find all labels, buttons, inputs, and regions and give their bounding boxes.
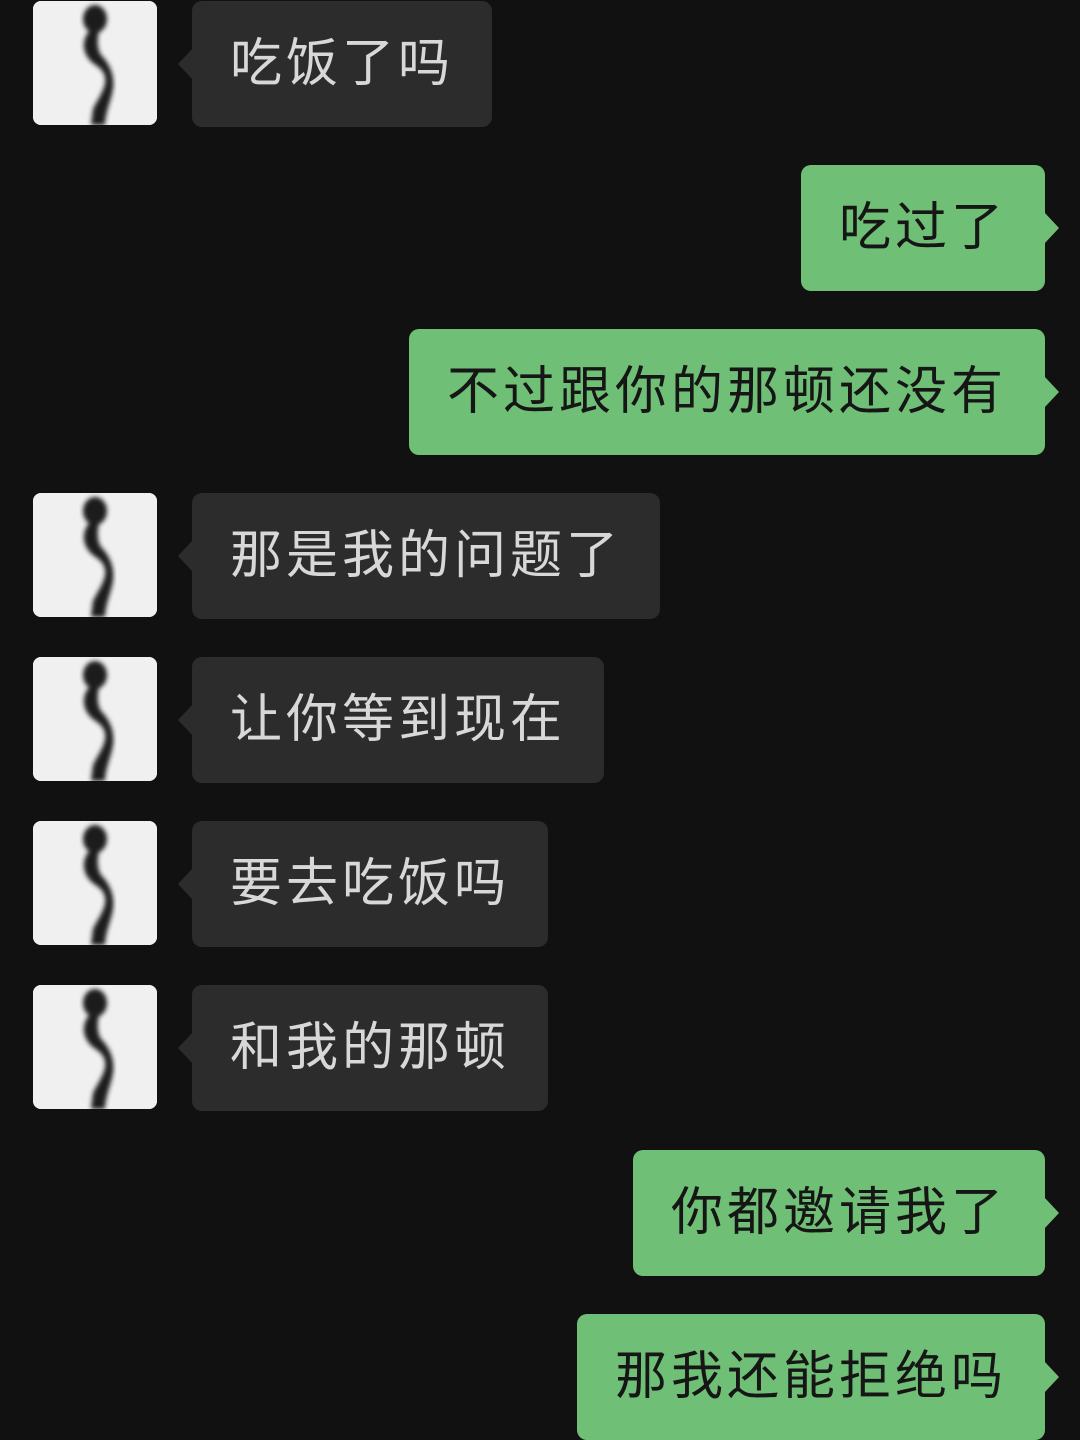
- message-text: 那是我的问题了: [230, 526, 623, 586]
- message-bubble[interactable]: 让你等到现在: [178, 657, 605, 783]
- bubble-tail: [1044, 376, 1059, 408]
- silhouette-portrait-icon: [33, 985, 157, 1109]
- message-text: 那我还能拒绝吗: [614, 1347, 1007, 1407]
- bubble-tail: [178, 868, 193, 900]
- bubble-tail: [178, 48, 193, 80]
- message-text: 不过跟你的那顿还没有: [446, 362, 1007, 422]
- bubble-tail: [1044, 1197, 1059, 1229]
- message-text: 要去吃饭吗: [230, 854, 511, 914]
- contact-avatar[interactable]: [33, 985, 157, 1109]
- message-text: 吃过了: [838, 198, 1007, 258]
- message-bubble[interactable]: 那我还能拒绝吗: [576, 1314, 1059, 1440]
- bubble-tail: [178, 540, 193, 572]
- message-bubble[interactable]: 你都邀请我了: [632, 1150, 1059, 1276]
- contact-avatar[interactable]: [33, 657, 157, 781]
- message-bubble[interactable]: 吃饭了吗: [178, 1, 493, 127]
- bubble-tail: [1044, 212, 1059, 244]
- message-text: 吃饭了吗: [230, 34, 455, 94]
- message-text: 你都邀请我了: [670, 1183, 1007, 1243]
- contact-avatar[interactable]: [33, 1, 157, 125]
- bubble-tail: [178, 1032, 193, 1064]
- message-bubble[interactable]: 那是我的问题了: [178, 493, 661, 619]
- bubble-tail: [1044, 1361, 1059, 1393]
- contact-avatar[interactable]: [33, 493, 157, 617]
- silhouette-portrait-icon: [33, 1, 157, 125]
- message-text: 和我的那顿: [230, 1018, 511, 1078]
- contact-avatar[interactable]: [33, 821, 157, 945]
- bubble-tail: [178, 704, 193, 736]
- message-bubble[interactable]: 要去吃饭吗: [178, 821, 549, 947]
- silhouette-portrait-icon: [33, 657, 157, 781]
- silhouette-portrait-icon: [33, 493, 157, 617]
- silhouette-portrait-icon: [33, 821, 157, 945]
- message-bubble[interactable]: 不过跟你的那顿还没有: [408, 329, 1059, 455]
- chat-message-list[interactable]: 吃饭了吗 吃过了 不过跟你的那顿还没有 那是我的问题了 让你等到现在 要去吃饭吗…: [0, 0, 1080, 1440]
- message-bubble[interactable]: 和我的那顿: [178, 985, 549, 1111]
- message-bubble[interactable]: 吃过了: [800, 165, 1059, 291]
- message-text: 让你等到现在: [230, 690, 567, 750]
